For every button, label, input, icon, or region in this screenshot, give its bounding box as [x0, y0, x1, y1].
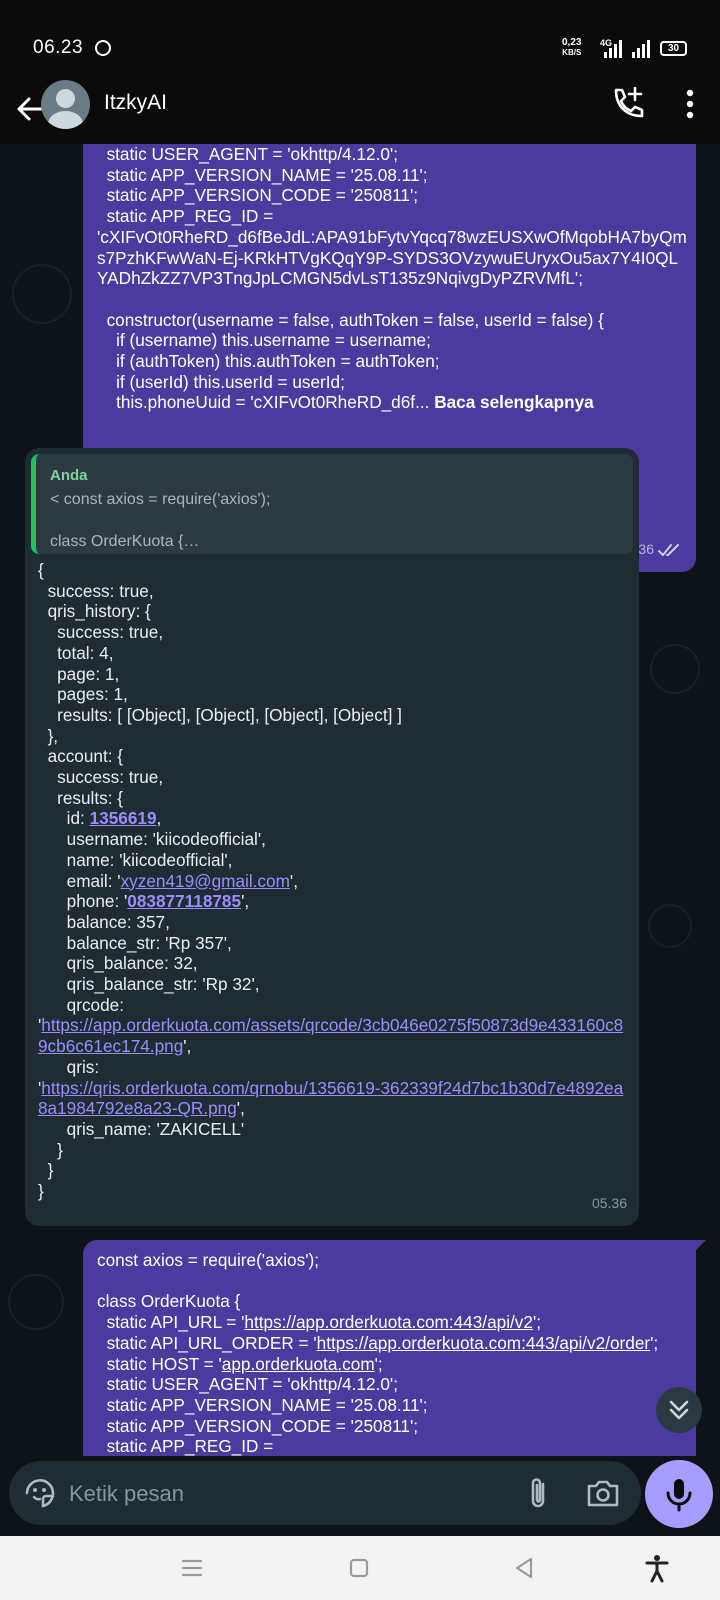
camera-icon[interactable]: [585, 1475, 621, 1511]
network-speed-unit: KB/S: [562, 48, 582, 57]
whatsapp-notification-icon: [95, 40, 111, 56]
add-call-icon[interactable]: [608, 84, 648, 124]
system-nav-bar: [0, 1536, 720, 1600]
chat-area[interactable]: static USER_AGENT = 'okhttp/4.12.0'; sta…: [0, 144, 720, 1456]
message-text: const axios = require('axios'); class Or…: [97, 1250, 687, 1456]
code-line: static USER_AGENT = 'okhttp/4.12.0';: [97, 144, 398, 164]
battery-icon: 30: [660, 41, 687, 56]
email-link[interactable]: xyzen419@gmail.com: [121, 871, 290, 891]
outgoing-message[interactable]: const axios = require('axios'); class Or…: [83, 1240, 706, 1456]
read-more-link[interactable]: Baca selengkapnya: [434, 392, 594, 412]
scroll-to-bottom-button[interactable]: [656, 1387, 702, 1433]
incoming-message[interactable]: Anda < const axios = require('axios'); c…: [25, 448, 639, 1226]
double-chevron-down-icon: [669, 1400, 689, 1420]
voice-message-button[interactable]: [645, 1460, 713, 1528]
url-link[interactable]: https://app.orderkuota.com:443/api/v2: [244, 1312, 533, 1332]
url-link[interactable]: https://app.orderkuota.com/assets/qrcode…: [38, 1015, 623, 1056]
avatar-head-shape: [56, 89, 75, 108]
url-link[interactable]: https://app.orderkuota.com:443/api/v2/or…: [317, 1333, 650, 1353]
code-line: this.phoneUuid = 'cXIFvOt0RheRD_d6f...: [97, 392, 430, 413]
phone-link[interactable]: 1356619: [90, 808, 157, 828]
avatar[interactable]: [41, 80, 90, 129]
recents-icon[interactable]: [174, 1550, 210, 1586]
nav-back-icon[interactable]: [506, 1550, 542, 1586]
quote-author: Anda: [50, 467, 88, 484]
sticker-emoji-icon[interactable]: [23, 1476, 57, 1510]
wallpaper-doodle: [12, 264, 72, 324]
read-receipt-icon: [658, 544, 679, 556]
message-time: 05.36: [591, 1195, 627, 1212]
code-line: constructor(username = false, authToken …: [97, 309, 604, 330]
wallpaper-doodle: [650, 644, 700, 694]
chat-header: ItzkyAI: [0, 78, 720, 144]
home-icon[interactable]: [341, 1550, 377, 1586]
status-bar: 06.23 0,23 KB/S 4G 30: [0, 0, 720, 78]
code-line: if (authToken) this.authToken = authToke…: [97, 351, 440, 372]
url-link[interactable]: https://qris.orderkuota.com/qrnobu/13566…: [38, 1078, 623, 1119]
signal-icon-1: [604, 40, 622, 58]
message-input[interactable]: Ketik pesan: [9, 1461, 641, 1525]
avatar-body-shape: [48, 111, 83, 129]
quoted-message[interactable]: Anda < const axios = require('axios'); c…: [31, 454, 633, 554]
more-vert-icon[interactable]: [670, 84, 710, 124]
network-speed-value: 0,23: [562, 37, 582, 48]
code-line: if (username) this.username = username;: [97, 330, 431, 351]
message-text: static USER_AGENT = 'okhttp/4.12.0'; sta…: [97, 144, 687, 413]
message-text: { success: true, qris_history: { success…: [38, 560, 630, 1202]
code-line: static APP_REG_ID =: [97, 206, 274, 227]
mic-icon: [666, 1479, 692, 1512]
quote-text-line: < const axios = require('axios');: [50, 491, 271, 508]
wallpaper-doodle: [8, 1274, 64, 1330]
attach-icon[interactable]: [522, 1475, 554, 1511]
message-placeholder: Ketik pesan: [69, 1481, 184, 1506]
message-composer: Ketik pesan: [0, 1456, 720, 1536]
code-line: 'cXIFvOt0RheRD_d6fBeJdL:APA91bFytvYqcq78…: [97, 226, 687, 289]
network-speed: 0,23 KB/S: [562, 38, 581, 58]
code-line: if (userId) this.userId = userId;: [97, 371, 345, 392]
code-text: ', balance: 357, balance_str: 'Rp 357', …: [38, 891, 260, 1036]
contact-name[interactable]: ItzkyAI: [104, 91, 167, 115]
signal-icon-2: [632, 40, 650, 58]
code-line: static APP_VERSION_CODE = '250811';: [97, 185, 419, 206]
phone-link[interactable]: 083877118785: [127, 891, 241, 911]
quote-text-line: class OrderKuota {…: [50, 533, 200, 550]
code-line: static APP_VERSION_NAME = '25.08.11';: [97, 164, 428, 185]
accessibility-icon[interactable]: [639, 1550, 675, 1586]
wallpaper-doodle: [648, 904, 692, 948]
status-time: 06.23: [33, 37, 84, 58]
url-link[interactable]: app.orderkuota.com: [222, 1354, 375, 1374]
code-text: { success: true, qris_history: { success…: [38, 560, 402, 829]
